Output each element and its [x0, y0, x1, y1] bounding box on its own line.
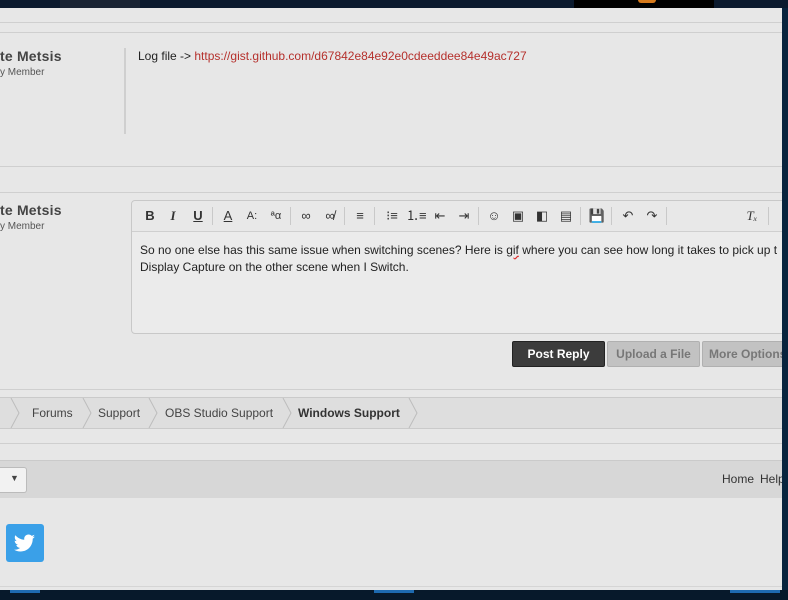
outdent-icon[interactable]: ⇤ — [430, 206, 450, 226]
code-icon[interactable]: ▤ — [556, 206, 576, 226]
image-icon[interactable]: ▣ — [508, 206, 528, 226]
breadcrumb-obs-studio-support[interactable]: OBS Studio Support — [165, 398, 273, 428]
unlink-icon[interactable]: ∞̸ — [320, 206, 340, 226]
reply-editor-content[interactable]: So no one else has this same issue when … — [140, 242, 782, 276]
italic-icon[interactable]: I — [163, 206, 183, 226]
log-file-link[interactable]: https://gist.github.com/d67842e84e92e0cd… — [194, 49, 526, 63]
reply-author-role: y Member — [0, 221, 45, 232]
footer-home-link[interactable]: Home — [722, 472, 754, 486]
style-chooser-dropdown[interactable]: ▼ — [0, 467, 27, 493]
align-icon[interactable]: ≡ — [350, 206, 370, 226]
font-size-icon[interactable]: A: — [242, 206, 262, 226]
font-color-icon[interactable]: A — [218, 206, 238, 226]
post-author[interactable]: te Metsis — [0, 48, 62, 64]
media-icon[interactable]: ◧ — [532, 206, 552, 226]
post-author-role: y Member — [0, 67, 45, 78]
breadcrumb-windows-support[interactable]: Windows Support — [298, 398, 400, 428]
post-message: Log file -> https://gist.github.com/d678… — [138, 49, 527, 63]
bullet-list-icon[interactable]: ⁝≡ — [382, 206, 402, 226]
smilie-icon[interactable]: ☺ — [484, 206, 504, 226]
top-desktop-strip — [0, 0, 788, 8]
breadcrumb: Forums Support OBS Studio Support Window… — [0, 397, 782, 429]
chevron-down-icon: ▼ — [10, 473, 19, 483]
footer-bar: ▼ Home Help — [0, 460, 782, 498]
reply-author[interactable]: te Metsis — [0, 202, 62, 218]
twitter-icon[interactable] — [6, 524, 44, 562]
number-list-icon[interactable]: ⒈≡ — [406, 206, 427, 226]
breadcrumb-forums[interactable]: Forums — [32, 398, 73, 428]
save-draft-icon[interactable]: 💾 — [587, 206, 607, 226]
bold-icon[interactable]: B — [140, 206, 160, 226]
upload-file-button[interactable]: Upload a File — [607, 341, 700, 367]
font-family-icon[interactable]: ªα — [266, 206, 286, 226]
editor-toolbar: B I U A A: ªα ∞ ∞̸ ≡ ⁝≡ ⒈≡ ⇤ ⇥ ☺ ▣ ◧ ▤ 💾… — [132, 201, 782, 232]
underline-icon[interactable]: U — [188, 206, 208, 226]
reply-editor[interactable]: B I U A A: ªα ∞ ∞̸ ≡ ⁝≡ ⒈≡ ⇤ ⇥ ☺ ▣ ◧ ▤ 💾… — [131, 200, 782, 334]
remove-format-icon[interactable]: Tₓ — [742, 206, 762, 226]
bottom-desktop-border — [0, 590, 788, 600]
right-desktop-border — [782, 8, 788, 592]
undo-icon[interactable]: ↶ — [618, 206, 638, 226]
breadcrumb-support[interactable]: Support — [98, 398, 140, 428]
link-icon[interactable]: ∞ — [296, 206, 316, 226]
more-options-button[interactable]: More Options — [702, 341, 782, 367]
indent-icon[interactable]: ⇥ — [454, 206, 474, 226]
footer-help-link[interactable]: Help — [760, 472, 782, 486]
redo-icon[interactable]: ↷ — [642, 206, 662, 226]
forum-page: te Metsis y Member Log file -> https://g… — [0, 8, 782, 590]
post-reply-button[interactable]: Post Reply — [512, 341, 605, 367]
